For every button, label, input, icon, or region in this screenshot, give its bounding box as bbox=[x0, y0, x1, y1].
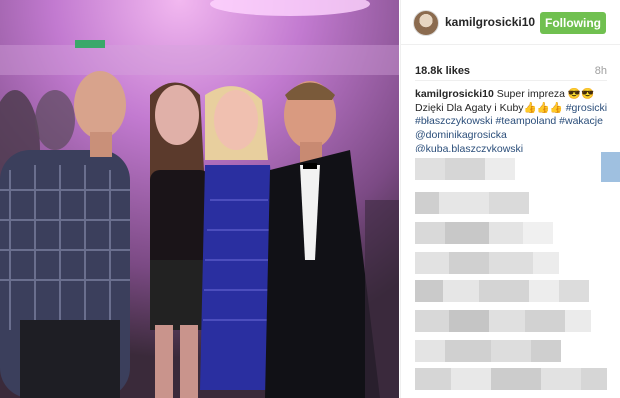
pixelated-comments-mosaic bbox=[401, 152, 620, 398]
caption-text-line2: Dzięki Dla Agaty i Kuby👍👍👍 bbox=[415, 101, 563, 114]
hashtag-link[interactable]: #wakacje bbox=[559, 115, 603, 127]
username-link[interactable]: kamilgrosicki10 bbox=[445, 15, 535, 29]
caption-text-line1: Super impreza 😎😎 bbox=[496, 88, 595, 100]
post-header: kamilgrosicki10 Following bbox=[401, 0, 620, 44]
profile-avatar[interactable] bbox=[413, 10, 439, 36]
hashtag-link[interactable]: #teampoland bbox=[496, 115, 557, 127]
party-photo-illustration bbox=[0, 0, 399, 398]
header-divider bbox=[401, 44, 620, 45]
likes-count[interactable]: 18.8k likes bbox=[415, 65, 470, 77]
post-caption: kamilgrosicki10 Super impreza 😎😎 Dzięki … bbox=[415, 88, 611, 157]
following-button[interactable]: Following bbox=[540, 12, 606, 34]
pixelated-comments bbox=[401, 152, 620, 398]
post-photo[interactable] bbox=[0, 0, 399, 398]
post-sidebar: kamilgrosicki10 Following 18.8k likes 8h… bbox=[400, 0, 620, 398]
hashtag-link[interactable]: #błaszczykowski bbox=[415, 115, 493, 127]
hashtag-link[interactable]: #grosicki bbox=[566, 102, 607, 114]
post-time[interactable]: 8h bbox=[595, 65, 607, 77]
caption-author-link[interactable]: kamilgrosicki10 bbox=[415, 88, 494, 100]
mention-link[interactable]: @dominikagrosicka bbox=[415, 129, 507, 141]
likes-divider bbox=[415, 80, 607, 81]
